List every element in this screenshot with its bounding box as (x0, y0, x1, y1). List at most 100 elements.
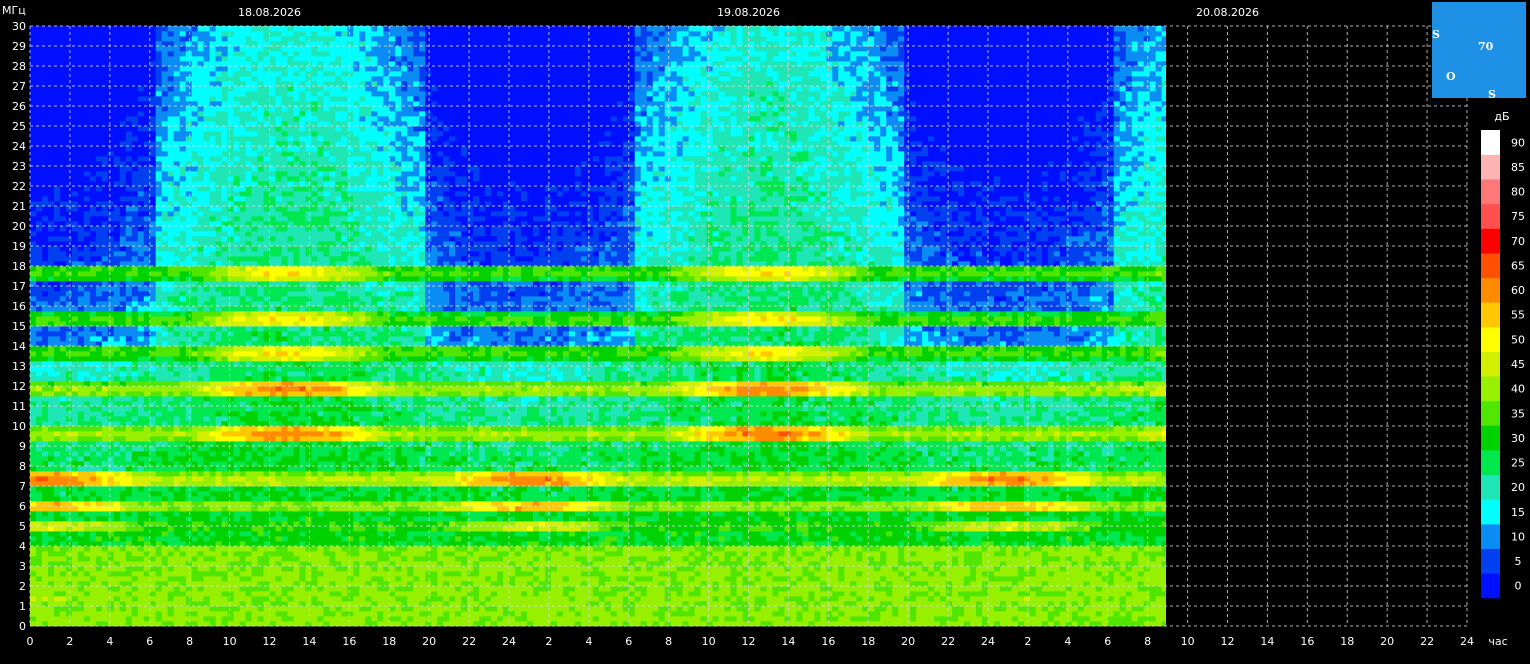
heat-cell (210, 526, 216, 531)
heat-cell (138, 206, 144, 211)
heat-cell (66, 576, 72, 581)
heat-cell (120, 206, 126, 211)
heat-cell (144, 351, 150, 356)
heat-cell (204, 316, 210, 321)
heat-cell (60, 486, 66, 491)
heat-cell (132, 271, 138, 276)
heat-cell (42, 476, 48, 481)
heat-cell (144, 256, 150, 261)
heat-cell (150, 206, 156, 211)
heat-cell (216, 111, 222, 116)
heat-cell (240, 616, 246, 621)
heat-cell (54, 576, 60, 581)
heat-cell (42, 526, 48, 531)
heat-cell (204, 286, 210, 291)
heat-cell (66, 616, 72, 621)
heat-cell (126, 26, 132, 31)
heat-cell (90, 416, 96, 421)
heat-cell (252, 486, 258, 491)
heat-cell (42, 76, 48, 81)
heat-cell (186, 116, 192, 121)
heat-cell (48, 551, 54, 556)
heat-cell (78, 251, 84, 256)
heat-cell (60, 431, 66, 436)
heat-cell (162, 106, 168, 111)
heat-cell (30, 276, 36, 281)
heat-cell (186, 66, 192, 71)
heat-cell (132, 146, 138, 151)
heat-cell (180, 151, 186, 156)
heat-cell (108, 66, 114, 71)
heat-cell (234, 546, 240, 551)
heat-cell (78, 51, 84, 56)
heat-cell (114, 91, 120, 96)
heat-cell (270, 326, 276, 331)
heat-cell (174, 471, 180, 476)
heat-cell (240, 71, 246, 76)
heat-cell (216, 191, 222, 196)
heat-cell (108, 146, 114, 151)
heat-cell (144, 296, 150, 301)
heat-cell (258, 591, 264, 596)
heat-cell (258, 611, 264, 616)
heat-cell (60, 151, 66, 156)
heat-cell (108, 226, 114, 231)
heat-cell (180, 436, 186, 441)
heat-cell (246, 436, 252, 441)
heat-cell (138, 66, 144, 71)
heat-cell (228, 331, 234, 336)
heat-cell (168, 511, 174, 516)
heat-cell (234, 336, 240, 341)
heat-cell (66, 86, 72, 91)
heat-cell (78, 96, 84, 101)
heat-cell (72, 286, 78, 291)
heat-cell (264, 276, 270, 281)
heat-cell (252, 476, 258, 481)
heat-cell (198, 411, 204, 416)
heat-cell (240, 91, 246, 96)
heat-cell (114, 196, 120, 201)
heat-cell (180, 116, 186, 121)
heat-cell (270, 351, 276, 356)
heat-cell (198, 266, 204, 271)
heat-cell (42, 246, 48, 251)
heat-cell (258, 86, 264, 91)
heat-cell (132, 191, 138, 196)
heat-cell (162, 131, 168, 136)
heat-cell (204, 566, 210, 571)
heat-cell (210, 431, 216, 436)
heat-cell (72, 471, 78, 476)
heat-cell (222, 456, 228, 461)
heat-cell (144, 331, 150, 336)
heat-cell (228, 616, 234, 621)
heat-cell (72, 526, 78, 531)
heat-cell (174, 316, 180, 321)
heat-cell (42, 296, 48, 301)
heat-cell (72, 236, 78, 241)
heat-cell (66, 136, 72, 141)
heat-cell (264, 591, 270, 596)
heat-cell (270, 226, 276, 231)
heat-cell (60, 386, 66, 391)
heat-cell (114, 46, 120, 51)
heat-cell (258, 246, 264, 251)
heat-cell (150, 71, 156, 76)
heat-cell (144, 206, 150, 211)
heat-cell (90, 491, 96, 496)
heat-cell (264, 456, 270, 461)
heat-cell (198, 431, 204, 436)
heat-cell (168, 566, 174, 571)
heat-cell (216, 186, 222, 191)
heat-cell (270, 306, 276, 311)
heat-cell (276, 296, 282, 301)
heat-cell (168, 186, 174, 191)
heat-cell (66, 26, 72, 31)
heat-cell (120, 106, 126, 111)
heat-cell (258, 116, 264, 121)
heat-cell (210, 511, 216, 516)
heat-cell (72, 91, 78, 96)
heat-cell (180, 76, 186, 81)
heat-cell (216, 291, 222, 296)
heat-cell (78, 526, 84, 531)
heat-cell (102, 116, 108, 121)
